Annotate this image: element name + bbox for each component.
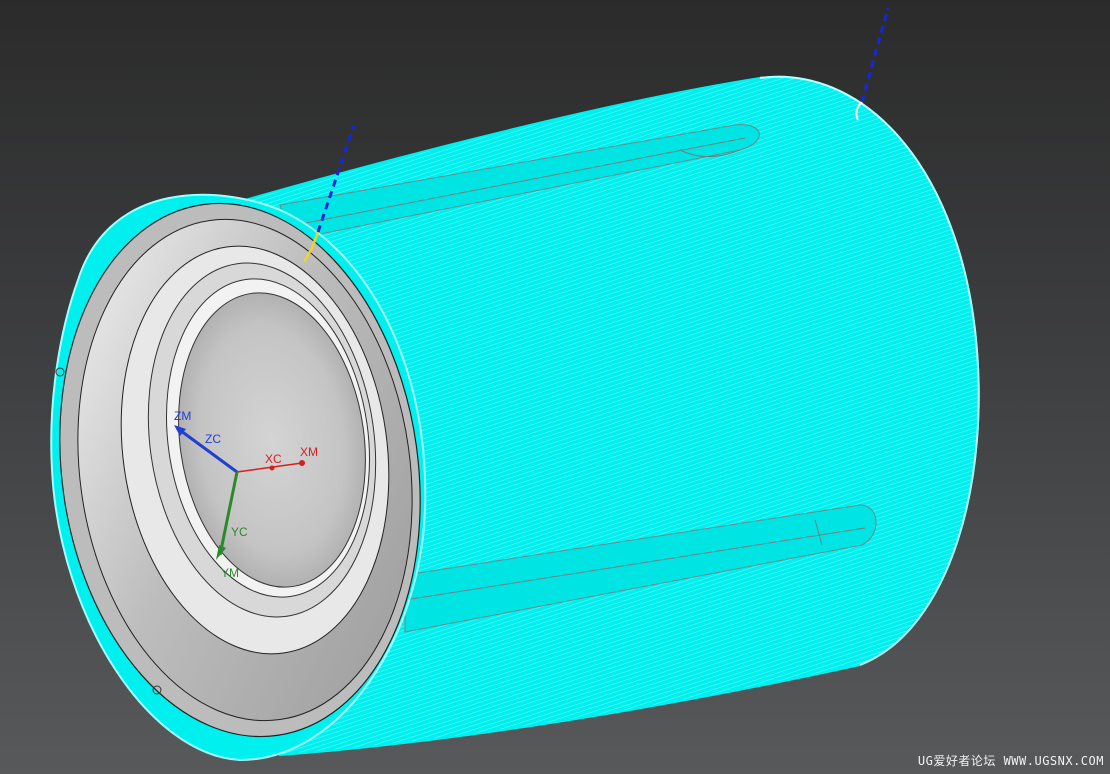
ym-label: YM — [221, 566, 239, 580]
model-view[interactable]: ZM ZC XC XM YC YM — [0, 0, 1110, 774]
graphics-window[interactable]: ZM ZC XC XM YC YM UG爱好者论坛 WWW.UGSNX.COM — [0, 0, 1110, 774]
forum-watermark: UG爱好者论坛 WWW.UGSNX.COM — [917, 754, 1104, 768]
zc-label: ZC — [205, 432, 221, 446]
xc-label: XC — [265, 452, 282, 466]
zm-label: ZM — [174, 409, 191, 423]
xc-marker — [269, 465, 275, 471]
xm-marker — [299, 460, 305, 466]
xm-label: XM — [300, 445, 318, 459]
yc-label: YC — [231, 525, 248, 539]
